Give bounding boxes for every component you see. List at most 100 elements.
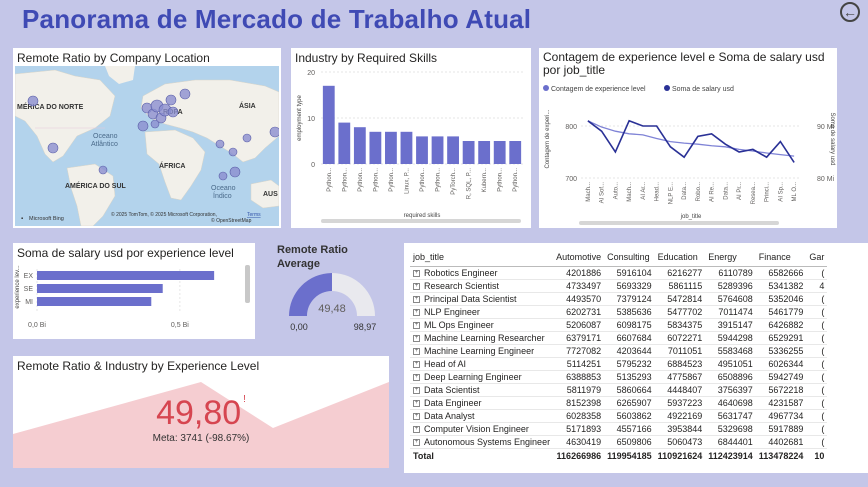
- series-salary-line[interactable]: [587, 119, 795, 163]
- hbar-ytick: MI: [25, 299, 33, 306]
- row-header-cell: + Data Analyst: [410, 409, 554, 423]
- table-cell: 6582666: [755, 266, 807, 280]
- industry-skills-card[interactable]: Industry by Required Skills 20 10 0 employm…: [291, 48, 531, 228]
- matrix-header[interactable]: Consulting: [604, 249, 655, 267]
- matrix-header[interactable]: Education: [654, 249, 706, 267]
- legend-salary[interactable]: Soma de salary usd: [672, 86, 734, 93]
- kpi-value-row: 49,80!: [13, 394, 389, 433]
- expand-icon[interactable]: +: [413, 425, 420, 433]
- table-row[interactable]: + Research Scientist 4733497 5693329 5861115…: [410, 279, 828, 293]
- matrix-header[interactable]: Automotive: [553, 249, 605, 267]
- table-cell: 3915147: [705, 318, 756, 332]
- expand-icon[interactable]: +: [413, 334, 420, 342]
- expand-icon[interactable]: +: [413, 399, 420, 407]
- matrix-header[interactable]: Energy: [705, 249, 756, 267]
- map-visual[interactable]: MÉRICA DO NORTE ROPA ÁSIA Oceano Atlânti…: [15, 66, 279, 226]
- expand-icon[interactable]: +: [413, 295, 420, 303]
- hbar-bar[interactable]: [37, 297, 152, 306]
- skills-bar[interactable]: [478, 141, 491, 164]
- skills-bar[interactable]: [322, 85, 335, 164]
- skills-bar[interactable]: [400, 131, 413, 164]
- hbar-bar[interactable]: [37, 284, 163, 293]
- back-arrow-icon: ←: [843, 4, 857, 20]
- skills-bar[interactable]: [509, 141, 522, 164]
- gauge-max: 98,97: [354, 322, 377, 332]
- table-cell: 4448407: [654, 383, 706, 397]
- table-row[interactable]: + ML Ops Engineer 5206087 6098175 5834375 391…: [410, 318, 828, 332]
- expand-icon[interactable]: +: [413, 321, 420, 329]
- row-header-cell: + Autonomous Systems Engineer: [410, 435, 554, 449]
- expand-icon[interactable]: +: [413, 386, 420, 394]
- row-label: Head of AI: [424, 358, 467, 369]
- skills-bar[interactable]: [385, 131, 397, 164]
- matrix-table: job_title Automotive Consulting Education En…: [410, 249, 828, 464]
- table-cell: 3756397: [705, 383, 756, 397]
- salary-level-chart[interactable]: experience lev... 0,0 Bi 0,5 Bi EX SE MI: [13, 261, 255, 339]
- table-row[interactable]: + Data Engineer 8152398 6265907 5937223 46406…: [410, 396, 828, 410]
- expand-icon[interactable]: +: [413, 360, 420, 368]
- skills-bar[interactable]: [431, 136, 444, 164]
- row-header-cell: + Data Scientist: [410, 383, 554, 397]
- table-row[interactable]: + Computer Vision Engineer 5171893 4557166 3…: [410, 422, 828, 436]
- table-row[interactable]: + Machine Learning Researcher 6379171 66076…: [410, 331, 828, 345]
- legend-count[interactable]: Contagem de experience level: [551, 86, 646, 93]
- expand-icon[interactable]: +: [413, 438, 420, 446]
- table-cell: 6388853: [553, 370, 605, 384]
- skills-bar[interactable]: [447, 136, 459, 164]
- remote-avg-gauge[interactable]: 49,48 0,00 98,97: [277, 270, 387, 340]
- total-cell: 110921624: [654, 447, 706, 464]
- skills-bar[interactable]: [493, 141, 506, 164]
- table-row[interactable]: + Robotics Engineer 4201886 5916104 6216277 6…: [410, 266, 828, 280]
- table-row[interactable]: + Principal Data Scientist 4493570 7379124 5…: [410, 292, 828, 306]
- row-label: Machine Learning Researcher: [424, 332, 545, 343]
- skills-bar[interactable]: [369, 131, 382, 164]
- table-cell: 5693329: [604, 279, 655, 293]
- expand-icon[interactable]: +: [413, 282, 420, 290]
- salary-level-card[interactable]: Soma de salary usd por experience level …: [13, 243, 255, 339]
- line-xtick: Head...: [655, 182, 661, 202]
- table-row[interactable]: + Deep Learning Engineer 6388853 5135293 477…: [410, 370, 828, 384]
- salary-level-scrollbar[interactable]: [245, 265, 250, 303]
- skills-bar[interactable]: [353, 127, 366, 164]
- skills-bar[interactable]: [416, 136, 428, 164]
- industry-skills-scrollbar[interactable]: [321, 219, 521, 223]
- skills-bar[interactable]: [462, 141, 475, 164]
- matrix-header-job-title[interactable]: job_title: [410, 249, 554, 267]
- expand-icon[interactable]: +: [413, 412, 420, 420]
- expand-icon[interactable]: +: [413, 347, 420, 355]
- table-row[interactable]: + NLP Engineer 6202731 5385636 5477702 701147…: [410, 305, 828, 319]
- map-card[interactable]: Remote Ratio by Company Location MÉRICA …: [13, 48, 281, 228]
- expand-icon[interactable]: +: [413, 373, 420, 381]
- expand-icon[interactable]: +: [413, 269, 420, 277]
- table-cell: (: [806, 305, 828, 319]
- table-row[interactable]: + Head of AI 5114251 5795232 6884523 4951051 6…: [410, 357, 828, 371]
- matrix-header[interactable]: Gar: [806, 249, 828, 267]
- skills-xtick: Python...: [420, 168, 426, 192]
- skills-bar[interactable]: [338, 122, 351, 164]
- experience-salary-chart[interactable]: Contagem de experience level Soma de sala…: [539, 82, 837, 228]
- row-header-cell: + Machine Learning Researcher: [410, 331, 554, 345]
- table-row[interactable]: + Data Analyst 6028358 5603862 4922169 563174…: [410, 409, 828, 423]
- row-label: Deep Learning Engineer: [424, 371, 522, 382]
- row-label: Principal Data Scientist: [424, 293, 517, 304]
- matrix-card[interactable]: job_title Automotive Consulting Education En…: [404, 243, 868, 473]
- table-row[interactable]: + Autonomous Systems Engineer 4630419 65098…: [410, 435, 828, 449]
- expand-icon[interactable]: +: [413, 308, 420, 316]
- hbar-bar[interactable]: [37, 271, 215, 280]
- table-cell: 4733497: [553, 279, 605, 293]
- row-header-cell: + Deep Learning Engineer: [410, 370, 554, 384]
- back-button[interactable]: ←: [840, 2, 860, 22]
- kpi-card[interactable]: Remote Ratio & Industry by Experience Le…: [13, 356, 389, 468]
- legend-dot-salary: [664, 85, 670, 91]
- experience-salary-scrollbar[interactable]: [579, 221, 779, 225]
- table-cell: 5060473: [654, 435, 706, 449]
- total-cell: 113478224: [755, 447, 807, 464]
- map-title: Remote Ratio by Company Location: [17, 51, 210, 65]
- table-row[interactable]: + Machine Learning Engineer 7727082 4203644…: [410, 344, 828, 358]
- map-brand: Microsoft Bing: [29, 216, 64, 222]
- industry-skills-chart[interactable]: 20 10 0 employment type Python... Python... Py…: [291, 66, 531, 228]
- experience-salary-card[interactable]: Contagem de experience level e Soma de s…: [539, 48, 837, 228]
- table-row[interactable]: + Data Scientist 5811979 5860664 4448407 3756…: [410, 383, 828, 397]
- matrix-header[interactable]: Finance: [755, 249, 807, 267]
- table-cell: 5942749: [755, 370, 807, 384]
